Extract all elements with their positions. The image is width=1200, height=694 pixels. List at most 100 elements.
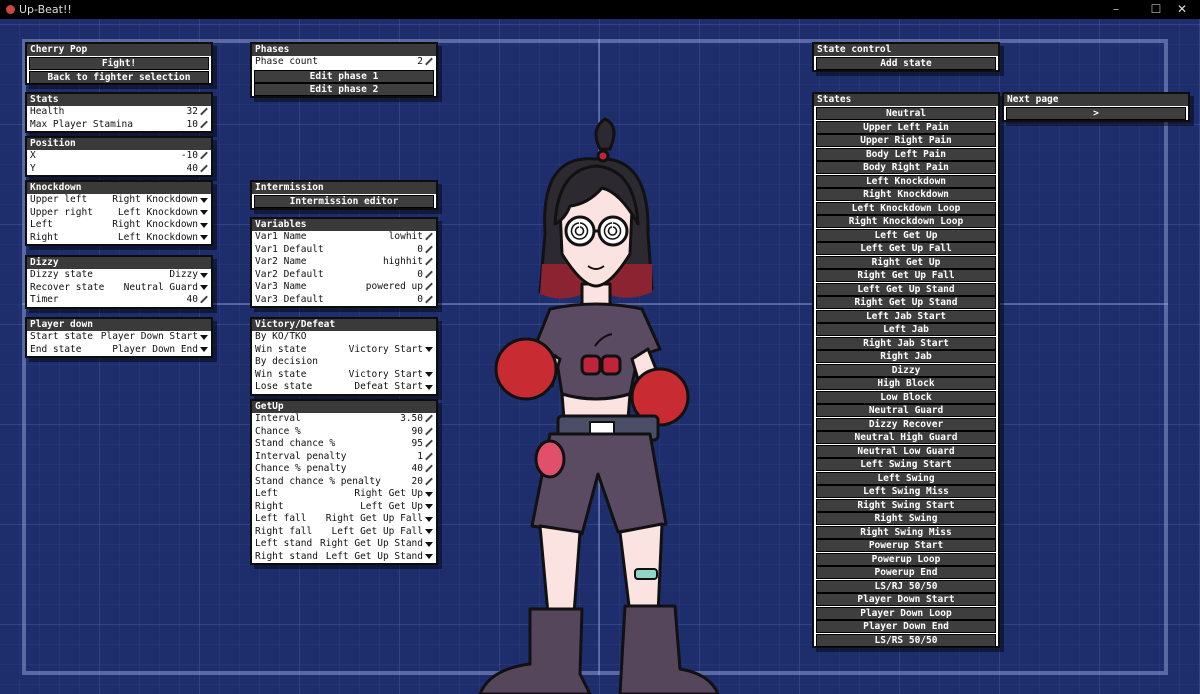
state-button-left-jab-start[interactable]: Left Jab Start xyxy=(816,309,996,323)
pencil-icon[interactable] xyxy=(200,152,208,160)
state-button-upper-right-pain[interactable]: Upper Right Pain xyxy=(816,134,996,147)
state-button-low-block[interactable]: Low Block xyxy=(816,390,996,404)
dizzy-row[interactable]: Timer 40 xyxy=(27,294,211,307)
variable-row[interactable]: Var1 Default 0 xyxy=(252,244,436,257)
state-button-right-swing-start[interactable]: Right Swing Start xyxy=(816,498,996,512)
pencil-icon[interactable] xyxy=(425,283,433,291)
getup-row[interactable]: Left fall Right Get Up Fall xyxy=(252,513,436,526)
knockdown-row[interactable]: Left Right Knockdown xyxy=(27,219,211,232)
state-button-right-knockdown[interactable]: Right Knockdown xyxy=(816,188,996,201)
getup-row[interactable]: Right Left Get Up xyxy=(252,501,436,514)
state-button-neutral-guard[interactable]: Neutral Guard xyxy=(816,404,996,417)
next-page-button[interactable]: > xyxy=(1006,107,1186,120)
edit-phase-2-button[interactable]: Edit phase 2 xyxy=(254,83,434,96)
pencil-icon[interactable] xyxy=(425,258,433,266)
stat-row[interactable]: Max Player Stamina 10 xyxy=(27,119,211,132)
player-down-row[interactable]: Start state Player Down Start xyxy=(27,331,211,344)
pencil-icon[interactable] xyxy=(425,233,433,241)
pencil-icon[interactable] xyxy=(200,121,208,129)
state-button-body-left-pain[interactable]: Body Left Pain xyxy=(816,147,996,161)
state-button-left-get-up-stand[interactable]: Left Get Up Stand xyxy=(816,282,996,296)
state-button-powerup-end[interactable]: Powerup End xyxy=(816,566,996,579)
phase-count-row[interactable]: Phase count 2 xyxy=(252,56,436,69)
dropdown-caret-icon[interactable] xyxy=(425,384,433,390)
pencil-icon[interactable] xyxy=(425,246,433,254)
variable-row[interactable]: Var2 Default 0 xyxy=(252,269,436,282)
pencil-icon[interactable] xyxy=(425,428,433,436)
pencil-icon[interactable] xyxy=(200,108,208,116)
state-button-right-jab-start[interactable]: Right Jab Start xyxy=(816,336,996,350)
getup-row[interactable]: Stand chance % penalty 20 xyxy=(252,476,436,489)
pencil-icon[interactable] xyxy=(425,415,433,423)
intermission-editor-button[interactable]: Intermission editor xyxy=(254,195,434,208)
state-button-right-get-up-stand[interactable]: Right Get Up Stand xyxy=(816,296,996,309)
dropdown-caret-icon[interactable] xyxy=(200,272,208,278)
state-button-left-get-up-fall[interactable]: Left Get Up Fall xyxy=(816,242,996,255)
position-row[interactable]: Y 40 xyxy=(27,163,211,176)
dropdown-caret-icon[interactable] xyxy=(200,334,208,340)
state-button-ls-rs-50-50[interactable]: LS/RS 50/50 xyxy=(816,633,996,647)
state-button-powerup-start[interactable]: Powerup Start xyxy=(816,539,996,552)
variable-row[interactable]: Var1 Name lowhit xyxy=(252,231,436,244)
knockdown-row[interactable]: Upper right Left Knockdown xyxy=(27,207,211,220)
getup-row[interactable]: Right fall Left Get Up Fall xyxy=(252,526,436,539)
dropdown-caret-icon[interactable] xyxy=(425,504,433,510)
variable-row[interactable]: Var3 Name powered up xyxy=(252,281,436,294)
dropdown-caret-icon[interactable] xyxy=(200,285,208,291)
state-button-left-swing-start[interactable]: Left Swing Start xyxy=(816,458,996,471)
victory-row[interactable]: Lose state Defeat Start xyxy=(252,381,436,394)
state-button-dizzy-recover[interactable]: Dizzy Recover xyxy=(816,417,996,431)
dropdown-caret-icon[interactable] xyxy=(200,197,208,203)
minimize-button[interactable]: – xyxy=(1096,1,1136,18)
getup-row[interactable]: Left stand Right Get Up Stand xyxy=(252,538,436,551)
fight-button[interactable]: Fight! xyxy=(29,57,209,70)
dizzy-row[interactable]: Recover state Neutral Guard xyxy=(27,282,211,295)
state-button-player-down-loop[interactable]: Player Down Loop xyxy=(816,606,996,620)
dropdown-caret-icon[interactable] xyxy=(425,554,433,560)
state-button-left-get-up[interactable]: Left Get Up xyxy=(816,228,996,242)
pencil-icon[interactable] xyxy=(425,453,433,461)
dropdown-caret-icon[interactable] xyxy=(425,529,433,535)
state-button-powerup-loop[interactable]: Powerup Loop xyxy=(816,552,996,566)
state-button-right-get-up-fall[interactable]: Right Get Up Fall xyxy=(816,269,996,282)
state-button-right-swing[interactable]: Right Swing xyxy=(816,512,996,525)
getup-row[interactable]: Chance % 90 xyxy=(252,426,436,439)
dropdown-caret-icon[interactable] xyxy=(425,491,433,497)
player-down-row[interactable]: End state Player Down End xyxy=(27,344,211,357)
state-button-neutral-low-guard[interactable]: Neutral Low Guard xyxy=(816,444,996,458)
pencil-icon[interactable] xyxy=(425,296,433,304)
state-button-neutral-high-guard[interactable]: Neutral High Guard xyxy=(816,431,996,444)
pencil-icon[interactable] xyxy=(425,58,433,66)
edit-phase-1-button[interactable]: Edit phase 1 xyxy=(254,69,434,83)
pencil-icon[interactable] xyxy=(425,478,433,486)
dropdown-caret-icon[interactable] xyxy=(425,541,433,547)
dropdown-caret-icon[interactable] xyxy=(425,516,433,522)
state-button-dizzy[interactable]: Dizzy xyxy=(816,363,996,377)
state-button-left-jab[interactable]: Left Jab xyxy=(816,323,996,336)
state-button-high-block[interactable]: High Block xyxy=(816,377,996,390)
victory-row[interactable]: Win state Victory Start xyxy=(252,369,436,382)
state-button-left-swing-miss[interactable]: Left Swing Miss xyxy=(816,485,996,498)
victory-row[interactable]: Win state Victory Start xyxy=(252,344,436,357)
state-button-right-jab[interactable]: Right Jab xyxy=(816,350,996,363)
dropdown-caret-icon[interactable] xyxy=(425,347,433,353)
dropdown-caret-icon[interactable] xyxy=(425,372,433,378)
variable-row[interactable]: Var2 Name highhit xyxy=(252,256,436,269)
stat-row[interactable]: Health 32 xyxy=(27,106,211,119)
position-row[interactable]: X -10 xyxy=(27,150,211,163)
state-button-player-down-end[interactable]: Player Down End xyxy=(816,620,996,633)
getup-row[interactable]: Interval 3.50 xyxy=(252,413,436,426)
getup-row[interactable]: Chance % penalty 40 xyxy=(252,463,436,476)
dropdown-caret-icon[interactable] xyxy=(200,222,208,228)
back-to-fighter-selection-button[interactable]: Back to fighter selection xyxy=(29,70,209,84)
state-button-neutral[interactable]: Neutral xyxy=(816,107,996,120)
state-button-ls-rj-50-50[interactable]: LS/RJ 50/50 xyxy=(816,579,996,593)
state-button-left-swing[interactable]: Left Swing xyxy=(816,471,996,485)
getup-row[interactable]: Interval penalty 1 xyxy=(252,451,436,464)
dizzy-row[interactable]: Dizzy state Dizzy xyxy=(27,269,211,282)
dropdown-caret-icon[interactable] xyxy=(200,210,208,216)
getup-row[interactable]: Left Right Get Up xyxy=(252,488,436,501)
state-button-body-right-pain[interactable]: Body Right Pain xyxy=(816,161,996,174)
state-button-left-knockdown[interactable]: Left Knockdown xyxy=(816,174,996,188)
pencil-icon[interactable] xyxy=(425,440,433,448)
